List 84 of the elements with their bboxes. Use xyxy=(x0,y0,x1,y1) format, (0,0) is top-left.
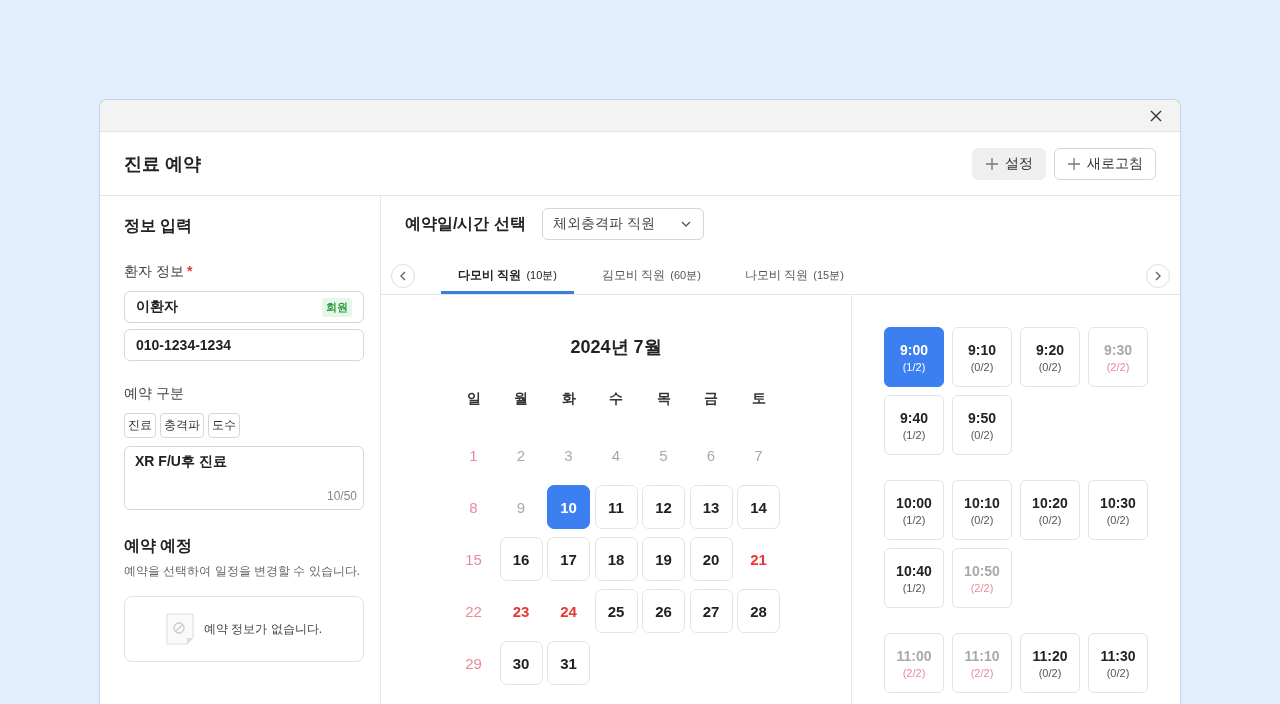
empty-document-icon xyxy=(166,613,194,645)
date-button[interactable]: 20 xyxy=(689,537,733,581)
date-label: 24 xyxy=(559,601,578,622)
weekday-label: 월 xyxy=(513,389,529,408)
field-label: 예약 구분 xyxy=(124,385,185,403)
settings-button[interactable]: 설정 xyxy=(972,147,1046,180)
type-tag[interactable]: 진료 xyxy=(124,413,156,438)
date-label: 3 xyxy=(563,445,574,466)
member-badge: 회원 xyxy=(322,297,352,317)
chevron-left-icon xyxy=(400,271,406,281)
next-button[interactable] xyxy=(1146,264,1170,288)
empty-message: 예약 정보가 없습니다. xyxy=(204,620,322,638)
date-label: 6 xyxy=(705,445,717,466)
month-title: 2024년 7월 xyxy=(570,336,662,359)
date-button[interactable]: 17 xyxy=(547,537,590,581)
time-slot-button[interactable]: 9:50 (0/2) xyxy=(952,395,1012,455)
date-button[interactable]: 16 xyxy=(499,537,543,581)
date-button[interactable]: 14 xyxy=(737,485,780,529)
date-label: 2 xyxy=(515,445,527,466)
weekday-label: 토 xyxy=(750,389,767,408)
memo-field[interactable]: XR F/U후 진료 10/50 xyxy=(124,446,364,510)
required-mark: * xyxy=(186,263,193,281)
type-tag[interactable]: 도수 xyxy=(208,413,240,438)
date-button[interactable]: 12 xyxy=(642,485,685,529)
plus-icon xyxy=(1067,156,1081,171)
weekday-label: 화 xyxy=(560,389,577,408)
weekday-label: 일 xyxy=(465,389,482,408)
refresh-button[interactable]: 새로고침 xyxy=(1054,147,1156,180)
date-label: 23 xyxy=(511,601,531,622)
time-slot-button[interactable]: 10:40 (1/2) xyxy=(884,548,944,608)
character-count: 10/50 xyxy=(326,489,357,505)
date-label: 1 xyxy=(468,445,479,466)
date-button[interactable]: 31 xyxy=(547,641,590,685)
staff-dropdown[interactable]: 체외충격파 직원 xyxy=(541,208,704,240)
plus-icon xyxy=(985,156,999,171)
time-slot-button[interactable]: 10:30 (0/2) xyxy=(1088,480,1148,540)
section-title: 정보 입력 xyxy=(124,216,194,236)
time-slot-button[interactable]: 11:20 (0/2) xyxy=(1020,633,1080,693)
date-button[interactable]: 28 xyxy=(737,589,780,633)
name-field[interactable]: 이환자 회원 xyxy=(124,291,364,323)
chevron-right-icon xyxy=(1155,271,1161,281)
time-slot-button[interactable]: 10:20 (0/2) xyxy=(1020,480,1080,540)
date-label: 29 xyxy=(464,653,483,674)
type-tag[interactable]: 충격파 xyxy=(160,413,204,438)
date-button[interactable]: 26 xyxy=(642,589,685,633)
date-label: 7 xyxy=(753,445,764,466)
close-icon xyxy=(1150,109,1162,122)
date-label: 9 xyxy=(515,497,527,518)
section-title: 예약 예정 xyxy=(124,536,194,556)
staff-tab[interactable]: 김모비 직원 (60분) xyxy=(580,260,723,294)
weekday-label: 목 xyxy=(655,389,672,408)
time-slot-button[interactable]: 9:40 (1/2) xyxy=(884,395,944,455)
previous-button[interactable] xyxy=(391,264,415,288)
time-slot-button[interactable]: 11:30 (0/2) xyxy=(1088,633,1148,693)
date-label: 22 xyxy=(464,601,483,622)
staff-tab[interactable]: 나모비 직원 (15분) xyxy=(722,260,866,294)
time-slot-button[interactable]: 9:20 (0/2) xyxy=(1020,327,1080,387)
hint-text: 예약을 선택하여 일정을 변경할 수 있습니다. xyxy=(124,563,361,580)
time-slot-button[interactable]: 10:00 (1/2) xyxy=(884,480,944,540)
window-title: 진료 예약 xyxy=(124,152,201,176)
date-button[interactable]: 27 xyxy=(689,589,733,633)
time-slot-button[interactable]: 9:00 (1/2) xyxy=(884,327,944,387)
date-label: 4 xyxy=(610,445,622,466)
date-button[interactable]: 18 xyxy=(594,537,638,581)
date-label: 5 xyxy=(658,445,669,466)
date-button[interactable]: 13 xyxy=(689,485,733,529)
date-label: 21 xyxy=(749,549,768,570)
weekday-label: 금 xyxy=(703,389,719,408)
time-slot-button[interactable]: 10:10 (0/2) xyxy=(952,480,1012,540)
date-button[interactable]: 19 xyxy=(642,537,685,581)
date-button[interactable]: 11 xyxy=(594,485,638,529)
field-label: 환자 정보 xyxy=(124,263,184,281)
chevron-down-icon xyxy=(680,221,691,227)
date-button[interactable]: 10 xyxy=(547,485,590,529)
date-button[interactable]: 25 xyxy=(594,589,638,633)
date-button[interactable]: 30 xyxy=(499,641,543,685)
time-slot-button[interactable]: 9:10 (0/2) xyxy=(952,327,1012,387)
memo-text: XR F/U후 진료 xyxy=(135,453,228,471)
phone-field[interactable]: 010-1234-1234 xyxy=(124,329,364,361)
date-label: 8 xyxy=(468,497,479,518)
weekday-label: 수 xyxy=(608,389,624,408)
staff-tab[interactable]: 다모비 직원 (10분) xyxy=(441,260,574,294)
date-label: 15 xyxy=(464,549,483,570)
section-title: 예약일/시간 선택 xyxy=(405,213,526,234)
